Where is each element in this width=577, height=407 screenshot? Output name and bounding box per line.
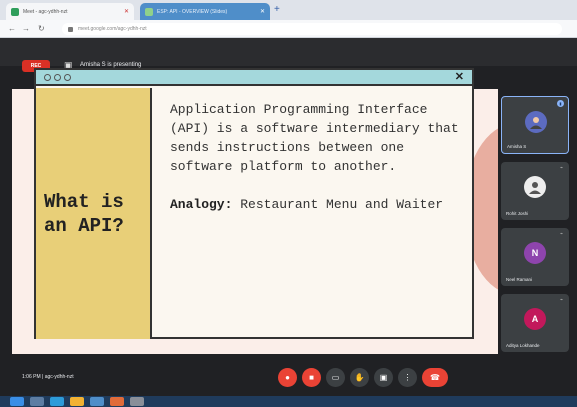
back-arrow-icon[interactable]: ← <box>8 24 16 33</box>
participant-tile[interactable]: ⌁ A Aditya Lokhande <box>501 294 569 352</box>
slide-heading: What is an API? <box>44 190 124 237</box>
mic-off-button[interactable]: ● <box>278 368 297 387</box>
edge-browser-icon[interactable] <box>50 397 64 406</box>
reload-icon[interactable]: ↻ <box>38 24 45 33</box>
avatar: A <box>524 308 546 330</box>
analogy-label: Analogy: <box>170 197 233 212</box>
slides-favicon-icon <box>145 7 153 16</box>
camera-off-button[interactable]: ■ <box>302 368 321 387</box>
close-icon[interactable]: ✕ <box>124 8 129 15</box>
os-taskbar <box>0 396 577 407</box>
api-definition: Application Programming Interface (API) … <box>170 102 459 174</box>
captions-button[interactable]: ▭ <box>326 368 345 387</box>
person-avatar-icon <box>530 117 542 129</box>
address-bar-row: ← → ↻ meet.google.com/agc-ydhh-nzt <box>0 20 577 38</box>
participant-tile[interactable]: ▮ Amisha S <box>501 96 569 154</box>
chrome-browser-icon[interactable] <box>90 397 104 406</box>
forward-arrow-icon[interactable]: → <box>22 24 30 33</box>
windows-start-icon[interactable] <box>10 397 24 406</box>
tab-title: ESP: API - OVERVIEW (Slides) <box>157 8 228 15</box>
end-call-button[interactable]: ☎ <box>422 368 448 387</box>
url-text: meet.google.com/agc-ydhh-nzt <box>78 26 147 32</box>
lock-icon <box>68 26 73 32</box>
participant-name: Neel Ramani <box>506 277 533 282</box>
search-icon[interactable] <box>30 397 44 406</box>
close-icon[interactable]: ✕ <box>260 8 265 15</box>
call-controls: ● ■ ▭ ✋ ▣ ⋮ ☎ <box>278 368 448 387</box>
participant-name: Rohit Joshi <box>506 211 529 216</box>
slide-heading-panel: What is an API? <box>36 88 152 339</box>
participant-name: Amisha S <box>507 144 527 149</box>
slide-body: Application Programming Interface (API) … <box>170 100 462 215</box>
file-explorer-icon[interactable] <box>70 397 84 406</box>
analogy-line: Analogy: Restaurant Menu and Waiter <box>170 194 462 215</box>
window-dot-icon <box>64 74 71 81</box>
mic-off-icon: ⌁ <box>559 297 563 303</box>
meeting-time-code: 1:06 PM | agc-ydhh-nzt <box>22 374 74 380</box>
url-input[interactable]: meet.google.com/agc-ydhh-nzt <box>62 23 562 35</box>
slide-window-graphic: ✕ What is an API? Application Programmin… <box>34 68 474 339</box>
window-dot-icon <box>54 74 61 81</box>
new-tab-button[interactable]: + <box>274 4 280 16</box>
more-options-button[interactable]: ⋮ <box>398 368 417 387</box>
participant-name: Aditya Lokhande <box>506 343 540 348</box>
app-taskbar-icon[interactable] <box>130 397 144 406</box>
tab-title: Meet - agc-ydhh-nzt <box>23 8 68 15</box>
avatar <box>525 111 547 133</box>
analogy-text: Restaurant Menu and Waiter <box>240 197 444 212</box>
mic-off-icon: ⌁ <box>559 231 563 237</box>
participant-tile[interactable]: ⌁ N Neel Ramani <box>501 228 569 286</box>
person-avatar-icon <box>529 182 541 194</box>
avatar: N <box>524 242 546 264</box>
participant-tile[interactable]: ⌁ Rohit Joshi <box>501 162 569 220</box>
browser-tab-slides[interactable]: ESP: API - OVERVIEW (Slides) ✕ <box>140 3 270 20</box>
speaking-indicator-icon: ▮ <box>557 100 564 107</box>
powerpoint-icon[interactable] <box>110 397 124 406</box>
close-icon: ✕ <box>454 71 464 83</box>
mic-off-icon: ⌁ <box>559 165 563 171</box>
meet-control-bar: 1:06 PM | agc-ydhh-nzt ● ■ ▭ ✋ ▣ ⋮ ☎ <box>0 360 577 400</box>
avatar <box>524 176 546 198</box>
window-dot-icon <box>44 74 51 81</box>
browser-tab-meet[interactable]: Meet - agc-ydhh-nzt ✕ <box>6 3 134 20</box>
raise-hand-button[interactable]: ✋ <box>350 368 369 387</box>
meet-favicon-icon <box>11 7 19 16</box>
present-button[interactable]: ▣ <box>374 368 393 387</box>
browser-tab-bar: Meet - agc-ydhh-nzt ✕ ESP: API - OVERVIE… <box>0 0 577 20</box>
window-titlebar: ✕ <box>36 70 472 86</box>
